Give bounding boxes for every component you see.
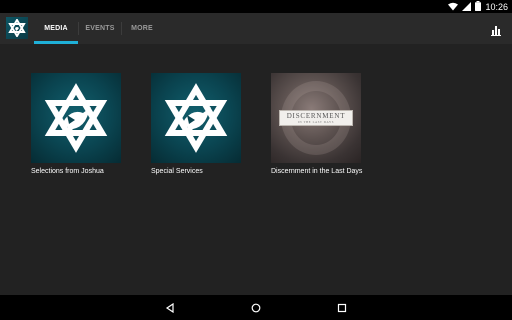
status-bar: 10:26 [0,0,512,13]
tab-media[interactable]: MEDIA [34,13,78,44]
navigation-bar [0,295,512,320]
artwork-title: DISCERNMENT [286,112,346,120]
tab-events[interactable]: EVENTS [79,13,121,44]
media-card-title: Special Services [151,168,203,175]
status-icons: 10:26 [448,0,508,13]
star-of-david-dove-artwork [31,73,121,163]
recents-icon[interactable] [333,299,351,317]
media-card-discernment[interactable]: DISCERNMENT IN THE LAST DAYS Discernment… [271,73,367,177]
media-card-title: Discernment in the Last Days [271,168,363,175]
media-card-selections-from-joshua[interactable]: Selections from Joshua [31,73,127,177]
artwork-title-plate: DISCERNMENT IN THE LAST DAYS [279,110,353,126]
discernment-artwork: DISCERNMENT IN THE LAST DAYS [271,73,361,163]
bar-chart-icon[interactable] [488,20,504,36]
back-icon[interactable] [161,299,179,317]
star-of-david-logo[interactable] [6,17,28,39]
star-of-david-dove-artwork [151,73,241,163]
media-card-title: Selections from Joshua [31,168,104,175]
tab-more-label: MORE [131,25,153,32]
app-bar: MEDIA EVENTS MORE [0,13,512,44]
media-grid: Selections from Joshua Special Services … [0,44,512,295]
tab-media-label: MEDIA [44,25,68,32]
status-time: 10:26 [485,1,508,12]
tab-more[interactable]: MORE [122,13,162,44]
media-card-special-services[interactable]: Special Services [151,73,247,177]
artwork-subtitle: IN THE LAST DAYS [297,120,335,124]
tab-events-label: EVENTS [85,25,115,32]
home-icon[interactable] [247,299,265,317]
